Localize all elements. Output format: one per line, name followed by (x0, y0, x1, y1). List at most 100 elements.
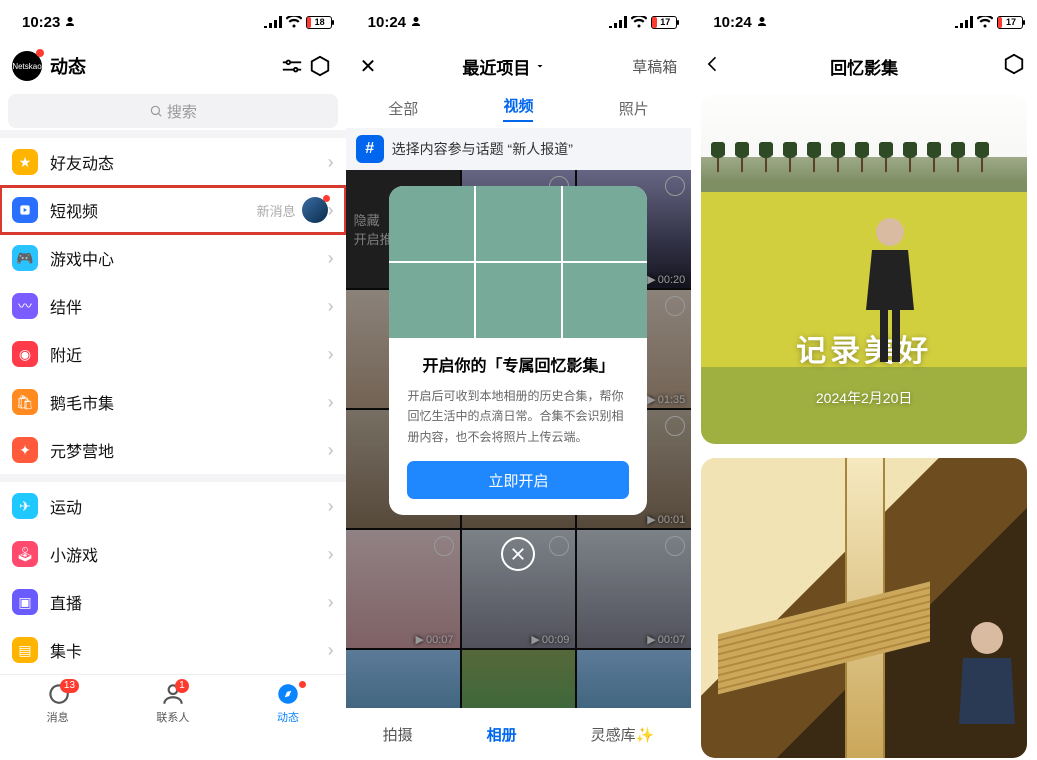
topic-banner[interactable]: # 选择内容参与话题 “新人报道” (346, 128, 692, 170)
chevron-right-icon: › (328, 296, 334, 317)
select-circle-icon[interactable] (665, 536, 685, 556)
hexagon-icon[interactable] (306, 52, 334, 80)
source-album[interactable]: 相册 (487, 724, 517, 745)
media-type-tabs: 全部 视频 照片 (346, 88, 692, 128)
clock-text: 10:24 (713, 14, 751, 31)
memory-scroll[interactable]: 记录美好 2024年2月20日 (691, 88, 1037, 760)
memory-card[interactable]: 记录美好 2024年2月20日 (701, 94, 1027, 444)
item-dreamland[interactable]: ✦ 元梦营地 › (0, 426, 346, 474)
item-sport[interactable]: ✈ 运动 › (0, 482, 346, 530)
cards-icon: ▤ (12, 637, 38, 663)
select-circle-icon[interactable] (665, 176, 685, 196)
item-short-video[interactable]: 短视频 新消息 › (0, 186, 346, 234)
drafts-button[interactable]: 草稿箱 (632, 56, 677, 77)
cellular-icon (264, 16, 282, 28)
location-icon: ◉ (12, 341, 38, 367)
menu-group-b: ✈ 运动 › 🕹 小游戏 › ▣ 直播 › ▤ 集卡 › (0, 482, 346, 674)
item-friend-feed[interactable]: ★ 好友动态 › (0, 138, 346, 186)
item-cards[interactable]: ▤ 集卡 › (0, 626, 346, 674)
hexagon-icon[interactable] (1003, 53, 1025, 80)
chevron-right-icon: › (328, 640, 334, 661)
back-icon[interactable] (703, 54, 723, 79)
memory-card[interactable] (701, 458, 1027, 758)
item-live[interactable]: ▣ 直播 › (0, 578, 346, 626)
status-bar: 10:23 18 (0, 0, 346, 44)
phone-1-dynamic-list: 10:23 18 Netskao 动态 搜索 (0, 0, 346, 760)
video-thumb-avatar (302, 197, 328, 223)
media-item[interactable] (577, 650, 691, 708)
select-circle-icon[interactable] (665, 296, 685, 316)
item-mini-games[interactable]: 🕹 小游戏 › (0, 530, 346, 578)
select-circle-icon[interactable] (549, 536, 569, 556)
wifi-icon (286, 16, 302, 28)
hashtag-icon: # (356, 135, 384, 163)
chevron-right-icon: › (328, 440, 334, 461)
modal-thumbs (389, 186, 647, 338)
close-icon[interactable]: ✕ (360, 54, 377, 79)
tab-contacts[interactable]: 1 联系人 (115, 681, 230, 760)
person-icon (64, 16, 76, 28)
source-tabs: 拍摄 相册 灵感库✨ (346, 708, 692, 760)
compass-icon (275, 681, 301, 707)
battery-icon: 17 (651, 16, 677, 29)
tab-video[interactable]: 视频 (503, 95, 533, 122)
item-partner[interactable]: 〰 结伴 › (0, 282, 346, 330)
chevron-right-icon: › (328, 200, 334, 221)
pulse-icon: 〰 (12, 293, 38, 319)
search-icon (149, 104, 163, 118)
item-market[interactable]: 🛍 鹅毛市集 › (0, 378, 346, 426)
red-dot (299, 681, 306, 688)
avatar[interactable]: Netskao (12, 51, 42, 81)
live-icon: ▣ (12, 589, 38, 615)
chevron-right-icon: › (328, 248, 334, 269)
modal-title: 开启你的「专属回忆影集」 (407, 352, 629, 376)
status-bar: 10:24 17 (346, 0, 692, 44)
media-item[interactable]: ▶ 00:07 (346, 530, 460, 648)
bottom-tab-bar: 13 消息 1 联系人 动态 (0, 674, 346, 760)
item-game-center[interactable]: 🎮 游戏中心 › (0, 234, 346, 282)
person-icon (756, 16, 768, 28)
person-figure-icon (860, 214, 920, 374)
settings-sliders-icon[interactable] (278, 52, 306, 80)
stairs-decoration (718, 582, 930, 695)
bag-icon: 🛍 (12, 389, 38, 415)
tab-photo[interactable]: 照片 (619, 98, 649, 119)
status-bar: 10:24 17 (691, 0, 1037, 44)
video-icon (12, 197, 38, 223)
person-icon (410, 16, 422, 28)
item-nearby[interactable]: ◉ 附近 › (0, 330, 346, 378)
picker-nav: ✕ 最近项目 草稿箱 (346, 44, 692, 88)
cellular-icon (609, 16, 627, 28)
run-icon: ✈ (12, 493, 38, 519)
tab-feeds[interactable]: 动态 (230, 681, 345, 760)
header-bar: Netskao 动态 (0, 44, 346, 88)
wifi-icon (631, 16, 647, 28)
badge-count: 1 (175, 679, 189, 693)
media-item[interactable] (346, 650, 460, 708)
memory-date: 2024年2月20日 (816, 388, 913, 408)
tab-all[interactable]: 全部 (388, 98, 418, 119)
select-circle-icon[interactable] (434, 536, 454, 556)
chevron-right-icon: › (328, 392, 334, 413)
media-item[interactable]: ▶ 00:07 (577, 530, 691, 648)
modal-body-text: 开启后可收到本地相册的历史合集，帮你回忆生活中的点滴日常。合集不会识别相册内容，… (407, 386, 629, 447)
wifi-icon (977, 16, 993, 28)
select-circle-icon[interactable] (665, 416, 685, 436)
tab-messages[interactable]: 13 消息 (0, 681, 115, 760)
battery-icon: 18 (306, 16, 332, 29)
gamepad-icon: 🎮 (12, 245, 38, 271)
album-selector[interactable]: 最近项目 (462, 54, 546, 79)
source-inspiration[interactable]: 灵感库✨ (591, 724, 655, 745)
media-item[interactable] (462, 650, 576, 708)
search-placeholder: 搜索 (167, 101, 197, 122)
page-title: 动态 (50, 53, 278, 79)
phone-3-memory-album: 10:24 17 回忆影集 记录美好 (691, 0, 1037, 760)
clock-text: 10:23 (22, 14, 60, 31)
item-note-text: 新消息 (257, 201, 296, 220)
search-bar[interactable]: 搜索 (8, 94, 338, 128)
source-shoot[interactable]: 拍摄 (383, 724, 413, 745)
chevron-right-icon: › (328, 496, 334, 517)
page-title: 回忆影集 (691, 54, 1037, 79)
chevron-right-icon: › (328, 592, 334, 613)
modal-enable-button[interactable]: 立即开启 (407, 461, 629, 499)
